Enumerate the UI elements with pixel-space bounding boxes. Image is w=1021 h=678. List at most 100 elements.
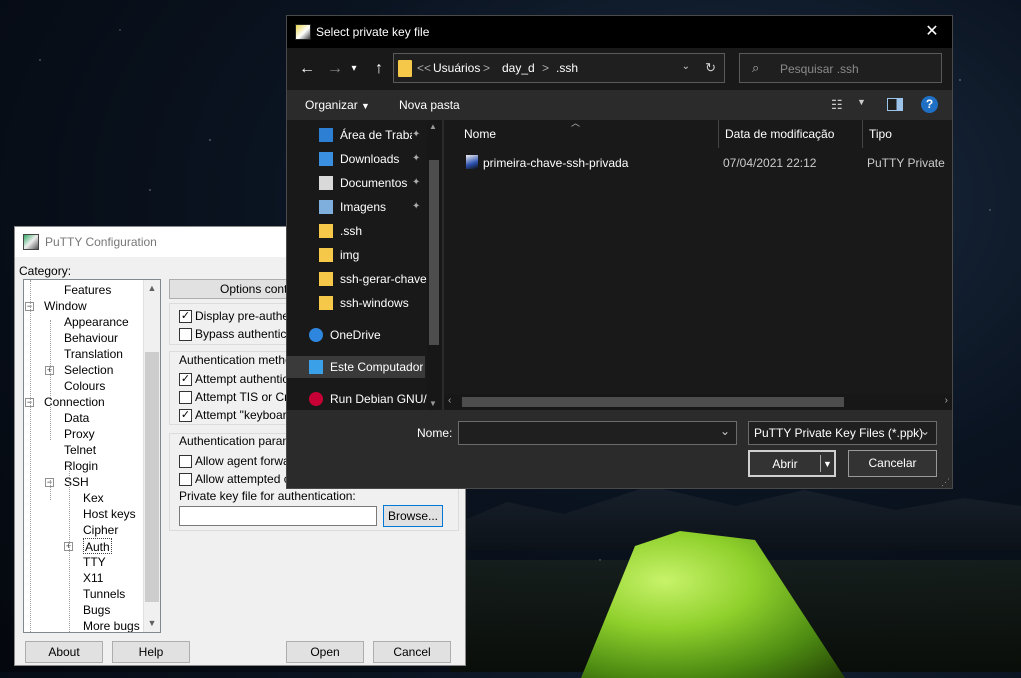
file-row[interactable]: primeira-chave-ssh-privada 07/04/2021 22… (452, 152, 952, 174)
cancel-button[interactable]: Cancel (373, 641, 451, 663)
checkbox-unchecked-icon (179, 391, 192, 404)
back-arrow-icon[interactable]: ← (295, 57, 319, 81)
close-icon[interactable]: ✕ (920, 20, 944, 44)
resize-grip-icon[interactable]: ⋰ (941, 477, 950, 488)
filename-input[interactable]: ⌄ (458, 421, 737, 445)
scroll-right-icon[interactable]: › (945, 395, 948, 406)
recent-locations-icon[interactable]: ▾ (347, 57, 361, 81)
tree-scroll-thumb[interactable] (145, 352, 159, 602)
tree-item[interactable]: Appearance (64, 314, 129, 330)
new-folder-button[interactable]: Nova pasta (399, 98, 460, 112)
tree-item[interactable]: Cipher (83, 522, 118, 538)
nav-item[interactable]: ssh-gerar-chave (287, 268, 427, 290)
forward-arrow-icon[interactable]: → (323, 57, 347, 81)
tree-item[interactable]: SSH (64, 474, 89, 490)
tree-item[interactable]: Data (64, 410, 89, 426)
hscroll-thumb[interactable] (462, 397, 844, 407)
tree-item[interactable]: More bugs (83, 618, 140, 632)
column-date[interactable]: Data de modificação (725, 120, 834, 148)
scroll-down-icon[interactable]: ▼ (144, 615, 160, 632)
tree-item[interactable]: Connection (44, 394, 105, 410)
column-separator[interactable] (862, 120, 863, 148)
tree-item[interactable]: Features (64, 282, 111, 298)
scroll-left-icon[interactable]: ‹ (448, 395, 451, 406)
file-list-hscrollbar[interactable]: ‹ › (444, 394, 952, 410)
address-dropdown-icon[interactable]: ⌄ (682, 61, 690, 72)
tree-item[interactable]: X11 (83, 570, 103, 586)
checkbox-checked-icon: ✓ (179, 409, 192, 422)
attempt-keyboard-checkbox[interactable]: ✓ Attempt "keyboard- (179, 407, 297, 423)
help-icon[interactable]: ? (921, 96, 938, 113)
tree-item[interactable]: Host keys (83, 506, 136, 522)
search-box[interactable]: ⌕ Pesquisar .ssh (739, 53, 942, 83)
help-button[interactable]: Help (112, 641, 190, 663)
attempt-auth-checkbox[interactable]: ✓ Attempt authenticati (179, 371, 301, 387)
preview-pane-icon[interactable] (887, 98, 903, 111)
nav-item[interactable]: Downloads ✦ (287, 148, 425, 170)
address-bar[interactable]: ⌄ ↻ << Usuários > day_d > .ssh (393, 53, 725, 83)
view-options-icon[interactable]: ☷ (831, 97, 843, 113)
view-dropdown-icon[interactable]: ▼ (857, 97, 866, 107)
dialog-titlebar[interactable]: Select private key file (287, 16, 952, 48)
nav-item[interactable]: OneDrive (287, 324, 425, 346)
allow-attempted-checkbox[interactable]: Allow attempted ch (179, 471, 296, 487)
column-separator[interactable] (718, 120, 719, 148)
nav-scrollbar[interactable]: ▲ ▼ (427, 120, 441, 410)
nav-item[interactable]: Documentos ✦ (287, 172, 425, 194)
breadcrumb-segment[interactable]: .ssh (556, 61, 578, 75)
tree-item[interactable]: Translation (64, 346, 123, 362)
nav-item[interactable]: Imagens ✦ (287, 196, 425, 218)
tree-item[interactable]: Proxy (64, 426, 95, 442)
tree-scrollbar[interactable]: ▲ ▼ (143, 280, 160, 632)
private-key-input[interactable] (179, 506, 377, 526)
nav-item-label: Área de Traba (340, 128, 412, 142)
nav-item[interactable]: Área de Traba ✦ (287, 124, 425, 146)
open-button[interactable]: Open (286, 641, 364, 663)
allow-agent-checkbox[interactable]: Allow agent forward (179, 453, 300, 469)
bypass-auth-checkbox[interactable]: Bypass authenticati (179, 326, 299, 342)
up-arrow-icon[interactable]: ↑ (367, 57, 391, 81)
nav-item[interactable]: .ssh (287, 220, 425, 242)
nav-scroll-thumb[interactable] (429, 160, 439, 345)
tree-item[interactable]: Window (44, 298, 87, 314)
breadcrumb-separator-icon[interactable]: > (542, 61, 549, 75)
breadcrumb-separator-icon[interactable]: << (417, 61, 431, 75)
breadcrumb-segment[interactable]: day_d (502, 61, 535, 75)
tree-item[interactable]: TTY (83, 554, 106, 570)
file-list-pane[interactable]: ︿ Nome Data de modificação Tipo primeira… (444, 118, 952, 410)
column-name[interactable]: Nome (464, 120, 496, 148)
tree-item[interactable]: Tunnels (83, 586, 125, 602)
tree-item[interactable]: Auth (83, 538, 112, 554)
tree-item[interactable]: Selection (64, 362, 113, 378)
scroll-up-icon[interactable]: ▲ (144, 280, 160, 297)
navigation-pane[interactable]: Run Debian GNU/Este Computador OneDrive ss… (287, 120, 442, 410)
breadcrumb-segment[interactable]: Usuários (433, 61, 480, 75)
tree-item[interactable]: Telnet (64, 442, 96, 458)
desktop-icon (319, 128, 333, 142)
nav-scroll-down-icon[interactable]: ▼ (429, 399, 437, 408)
display-pre-auth-checkbox[interactable]: ✓ Display pre-authent (179, 308, 299, 324)
attempt-tis-checkbox[interactable]: Attempt TIS or Cryp (179, 389, 301, 405)
nav-item[interactable]: Este Computador (287, 356, 425, 378)
chevron-down-icon[interactable]: ▼ (823, 452, 832, 477)
nav-item-label: Imagens (340, 200, 387, 214)
breadcrumb-separator-icon[interactable]: > (483, 61, 490, 75)
tree-item[interactable]: Colours (64, 378, 105, 394)
nav-item[interactable]: img (287, 244, 425, 266)
browse-button[interactable]: Browse... (383, 505, 443, 527)
about-button[interactable]: About (25, 641, 103, 663)
tree-item[interactable]: Bugs (83, 602, 110, 618)
nav-scroll-up-icon[interactable]: ▲ (429, 122, 437, 131)
refresh-icon[interactable]: ↻ (705, 60, 716, 76)
column-type[interactable]: Tipo (869, 120, 892, 148)
tree-item[interactable]: Behaviour (64, 330, 118, 346)
tree-item[interactable]: Kex (83, 490, 104, 506)
category-tree[interactable]: ▲ ▼ Features Window − Appearance Behaviour Tr… (23, 279, 161, 633)
dialog-cancel-button[interactable]: Cancelar (848, 450, 937, 477)
dialog-open-button[interactable]: Abrir ▼ (748, 450, 836, 477)
file-type-filter[interactable]: PuTTY Private Key Files (*.ppk) ⌄ (748, 421, 937, 445)
organize-button[interactable]: Organizar ▼ (305, 98, 370, 112)
private-key-label: Private key file for authentication: (179, 489, 356, 503)
nav-item[interactable]: Run Debian GNU/ (287, 388, 427, 410)
nav-item[interactable]: ssh-windows (287, 292, 425, 314)
